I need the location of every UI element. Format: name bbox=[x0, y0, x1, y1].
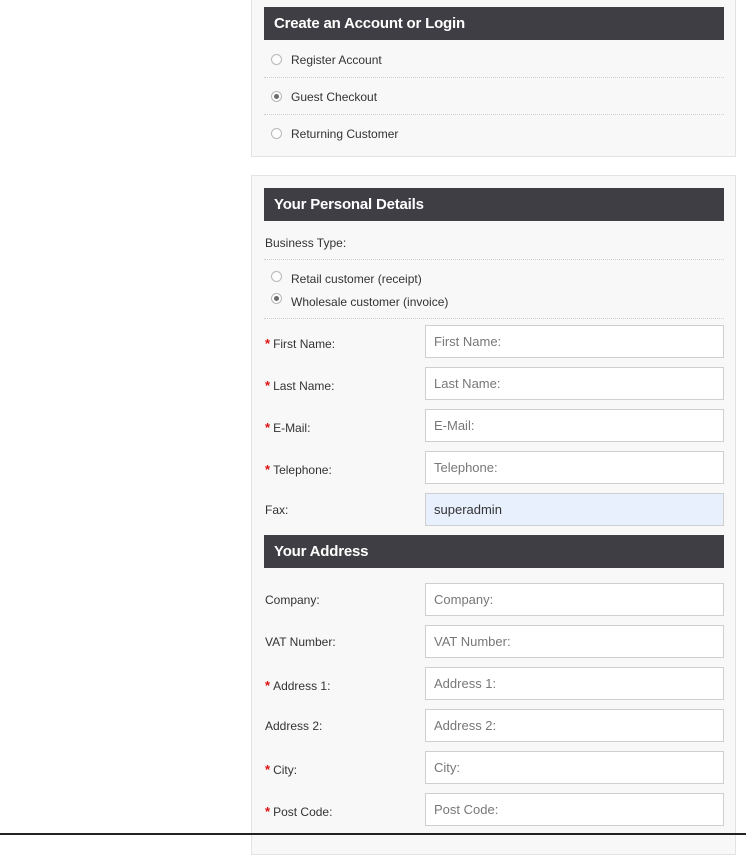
returning-customer-option[interactable]: Returning Customer bbox=[264, 115, 724, 152]
address-2-label: Address 2: bbox=[265, 719, 323, 733]
register-account-option[interactable]: Register Account bbox=[264, 41, 724, 78]
guest-checkout-option[interactable]: Guest Checkout bbox=[264, 78, 724, 115]
guest-checkout-label: Guest Checkout bbox=[291, 90, 378, 104]
retail-customer-radio[interactable] bbox=[271, 271, 282, 282]
vat-number-input[interactable] bbox=[425, 625, 724, 658]
telephone-input[interactable] bbox=[425, 451, 724, 484]
account-heading: Create an Account or Login bbox=[264, 7, 724, 40]
returning-customer-label: Returning Customer bbox=[291, 127, 399, 141]
first-name-input[interactable] bbox=[425, 325, 724, 358]
address-2-input[interactable] bbox=[425, 709, 724, 742]
required-marker: * bbox=[265, 762, 271, 777]
post-code-input[interactable] bbox=[425, 793, 724, 826]
guest-checkout-radio[interactable] bbox=[271, 91, 282, 102]
fax-input[interactable] bbox=[425, 493, 724, 526]
required-marker: * bbox=[265, 804, 271, 819]
account-panel: Create an Account or Login Register Acco… bbox=[251, 0, 736, 157]
required-marker: * bbox=[265, 462, 271, 477]
register-account-label: Register Account bbox=[291, 53, 382, 67]
retail-customer-label: Retail customer (receipt) bbox=[291, 272, 422, 286]
fax-label: Fax: bbox=[265, 503, 289, 517]
post-code-label: * Post Code: bbox=[265, 804, 333, 819]
last-name-label: * Last Name: bbox=[265, 378, 335, 393]
separator bbox=[264, 318, 724, 319]
required-marker: * bbox=[265, 336, 271, 351]
required-marker: * bbox=[265, 420, 271, 435]
address-heading: Your Address bbox=[264, 535, 724, 568]
wholesale-customer-label: Wholesale customer (invoice) bbox=[291, 295, 449, 309]
email-label: * E-Mail: bbox=[265, 420, 311, 435]
required-marker: * bbox=[265, 378, 271, 393]
personal-heading: Your Personal Details bbox=[264, 188, 724, 221]
returning-customer-radio[interactable] bbox=[271, 128, 282, 139]
last-name-input[interactable] bbox=[425, 367, 724, 400]
details-panel: Your Personal Details Business Type: Ret… bbox=[251, 175, 736, 855]
company-input[interactable] bbox=[425, 583, 724, 616]
wholesale-customer-radio[interactable] bbox=[271, 293, 282, 304]
vat-number-label: VAT Number: bbox=[265, 635, 336, 649]
business-type-label: Business Type: bbox=[265, 236, 347, 250]
required-marker: * bbox=[265, 678, 271, 693]
city-input[interactable] bbox=[425, 751, 724, 784]
email-input[interactable] bbox=[425, 409, 724, 442]
register-account-radio[interactable] bbox=[271, 54, 282, 65]
company-label: Company: bbox=[265, 593, 320, 607]
city-label: * City: bbox=[265, 762, 298, 777]
telephone-label: * Telephone: bbox=[265, 462, 332, 477]
separator bbox=[264, 259, 724, 260]
first-name-label: * First Name: bbox=[265, 336, 336, 351]
address-1-label: * Address 1: bbox=[265, 678, 331, 693]
address-1-input[interactable] bbox=[425, 667, 724, 700]
